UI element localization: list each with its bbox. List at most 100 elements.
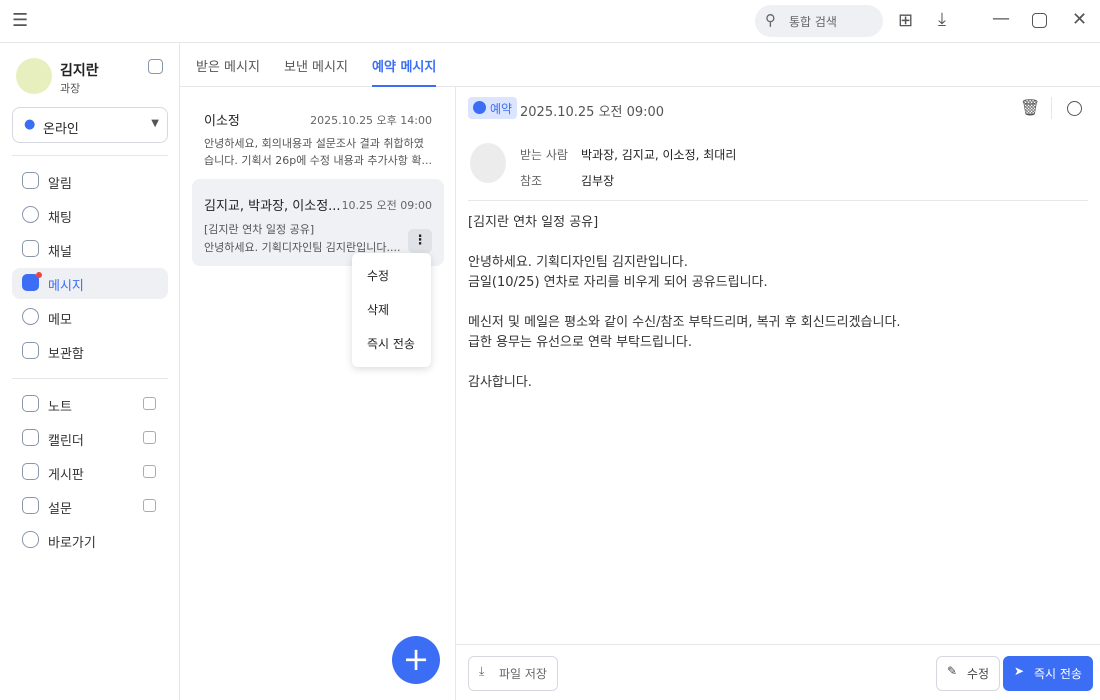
cc-recipients: 김부장 bbox=[581, 174, 615, 188]
org-chart-icon[interactable]: ⊞ bbox=[898, 10, 913, 31]
context-menu: 수정 삭제 즉시 전송 bbox=[352, 253, 431, 367]
send-icon: ➤ bbox=[1014, 664, 1025, 678]
external-link-icon bbox=[143, 499, 156, 512]
tab-sent[interactable]: 보낸 메시지 bbox=[284, 56, 348, 75]
tab-received[interactable]: 받은 메시지 bbox=[196, 56, 260, 75]
message-tabs: 받은 메시지 보낸 메시지 예약 메시지 bbox=[180, 43, 1100, 87]
search-placeholder: 통합 검색 bbox=[789, 15, 837, 29]
label: 게시판 bbox=[48, 468, 84, 483]
board-icon bbox=[22, 463, 39, 480]
time: 10.25 오전 09:00 bbox=[341, 199, 432, 212]
badge-label: 예약 bbox=[490, 102, 513, 116]
external-link-icon bbox=[143, 431, 156, 444]
subject: [김지란 연차 일정 공유] bbox=[204, 223, 315, 236]
sidebar-item-memo[interactable]: 메모 bbox=[12, 302, 168, 333]
recipient-avatar bbox=[470, 143, 506, 183]
save-file-button[interactable]: ⤓ 파일 저장 bbox=[468, 656, 558, 691]
to-recipients: 박과장, 김지교, 이소정, 최대리 bbox=[581, 148, 737, 162]
label: 파일 저장 bbox=[499, 667, 547, 681]
more-options-icon[interactable]: ⋮ bbox=[408, 229, 432, 253]
label: 알림 bbox=[48, 177, 72, 192]
body-line: 감사합니다. bbox=[468, 375, 532, 390]
body-line: 급한 용무는 유선으로 연락 부탁드립니다. bbox=[468, 335, 692, 350]
send-now-button[interactable]: ➤ 즉시 전송 bbox=[1003, 656, 1093, 691]
label: 메모 bbox=[48, 313, 72, 328]
label: 수정 bbox=[967, 667, 990, 681]
sidebar-link-board[interactable]: 게시판 bbox=[12, 457, 168, 488]
label: 즉시 전송 bbox=[1034, 667, 1082, 681]
body-line bbox=[468, 233, 901, 253]
archive-icon bbox=[22, 342, 39, 359]
clock-icon bbox=[473, 101, 486, 114]
menu-item-delete[interactable]: 삭제 bbox=[367, 301, 389, 318]
sidebar-link-survey[interactable]: 설문 bbox=[12, 491, 168, 522]
sidebar-item-archive[interactable]: 보관함 bbox=[12, 336, 168, 367]
title-bar: ☰ ⚲ 통합 검색 ⊞ ⤓ — ✕ bbox=[0, 0, 1100, 43]
external-link-icon bbox=[143, 397, 156, 410]
message-detail: 예약 2025.10.25 오전 09:00 🗑 받는 사람 박과장, 김지교,… bbox=[456, 87, 1100, 700]
sidebar-link-shortcut[interactable]: 바로가기 bbox=[12, 525, 168, 556]
download-icon[interactable]: ⤓ bbox=[938, 9, 946, 30]
label: 채널 bbox=[48, 245, 72, 260]
compose-button[interactable]: + bbox=[392, 636, 440, 684]
menu-item-send-now[interactable]: 즉시 전송 bbox=[367, 335, 415, 352]
note-icon bbox=[22, 395, 39, 412]
link-icon bbox=[22, 531, 39, 548]
sidebar: 김지란 과장 ● 온라인 ▼ 알림 채팅 채널 메시지 메모 보관함 노트 캘린… bbox=[0, 43, 180, 700]
label: 설문 bbox=[48, 502, 72, 517]
divider bbox=[12, 378, 168, 379]
share-icon[interactable] bbox=[1067, 101, 1082, 116]
message-list: 이소정 2025.10.25 오후 14:00 안녕하세요, 회의내용과 설문조… bbox=[180, 87, 456, 700]
avatar bbox=[16, 58, 52, 94]
user-title: 과장 bbox=[60, 82, 81, 95]
sidebar-item-messages[interactable]: 메시지 bbox=[12, 268, 168, 299]
time: 2025.10.25 오후 14:00 bbox=[310, 114, 432, 127]
cc-label: 참조 bbox=[520, 174, 543, 188]
close-icon[interactable]: ✕ bbox=[1072, 9, 1087, 30]
label: 채팅 bbox=[48, 211, 72, 226]
body-line: 금일(10/25) 연차로 자리를 비우게 되어 공유드립니다. bbox=[468, 275, 768, 290]
sidebar-item-alerts[interactable]: 알림 bbox=[12, 166, 168, 197]
user-name: 김지란 bbox=[60, 63, 99, 79]
chevron-down-icon: ▼ bbox=[151, 118, 159, 129]
trash-icon[interactable]: 🗑 bbox=[1020, 98, 1040, 117]
cube-icon bbox=[22, 240, 39, 257]
edit-button[interactable]: ✎ 수정 bbox=[936, 656, 1001, 691]
search-input[interactable]: ⚲ 통합 검색 bbox=[755, 5, 883, 37]
label: 보관함 bbox=[48, 347, 84, 362]
download-icon: ⤓ bbox=[479, 664, 485, 678]
sidebar-item-channel[interactable]: 채널 bbox=[12, 234, 168, 265]
tab-scheduled[interactable]: 예약 메시지 bbox=[372, 56, 437, 87]
maximize-icon[interactable] bbox=[1032, 13, 1047, 28]
label: 바로가기 bbox=[48, 536, 96, 551]
body-line: [김지란 연차 일정 공유] bbox=[468, 215, 599, 230]
memo-icon bbox=[22, 308, 39, 325]
calendar-icon bbox=[22, 429, 39, 446]
collapse-sidebar-icon[interactable] bbox=[148, 59, 163, 74]
minimize-icon[interactable]: — bbox=[992, 8, 1010, 29]
label: 캘린더 bbox=[48, 434, 84, 449]
label: 노트 bbox=[48, 400, 72, 415]
status-dropdown[interactable]: ● 온라인 ▼ bbox=[12, 107, 168, 143]
label: 메시지 bbox=[48, 279, 84, 294]
chat-icon bbox=[22, 206, 39, 223]
divider bbox=[1051, 97, 1052, 119]
search-icon: ⚲ bbox=[765, 11, 776, 29]
menu-icon[interactable]: ☰ bbox=[12, 10, 28, 31]
scheduled-datetime: 2025.10.25 오전 09:00 bbox=[520, 105, 665, 120]
external-link-icon bbox=[143, 465, 156, 478]
divider bbox=[12, 155, 168, 156]
menu-item-edit[interactable]: 수정 bbox=[367, 267, 389, 284]
sidebar-link-calendar[interactable]: 캘린더 bbox=[12, 423, 168, 454]
list-item[interactable]: 이소정 2025.10.25 오후 14:00 안녕하세요, 회의내용과 설문조… bbox=[192, 97, 444, 177]
body-line: 메신저 및 메일은 평소와 같이 수신/참조 부탁드리며, 복귀 후 회신드리겠… bbox=[468, 315, 901, 330]
sidebar-item-chat[interactable]: 채팅 bbox=[12, 200, 168, 231]
bell-icon bbox=[22, 172, 39, 189]
body-line: 안녕하세요. 기획디자인팀 김지란입니다. bbox=[468, 255, 688, 270]
sidebar-link-note[interactable]: 노트 bbox=[12, 389, 168, 420]
status-label: 온라인 bbox=[43, 122, 79, 137]
person-icon: ● bbox=[24, 117, 36, 132]
body-line bbox=[468, 293, 901, 313]
divider bbox=[456, 644, 1100, 645]
survey-icon bbox=[22, 497, 39, 514]
